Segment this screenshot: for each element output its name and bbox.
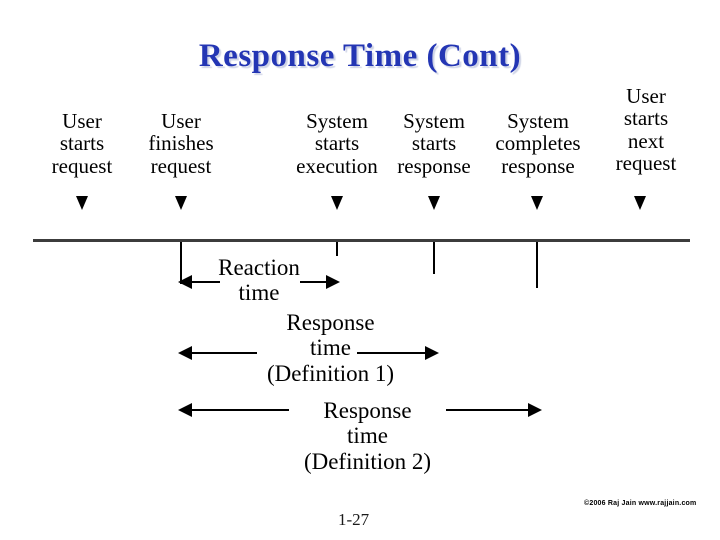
- down-arrow-user-finishes-request: [175, 196, 187, 210]
- event-line: next: [627, 128, 665, 153]
- event-label-user-starts-next-request: User starts next request: [592, 85, 700, 175]
- measure-line: time: [347, 423, 388, 449]
- timeline-tick-system-completes-response: [536, 242, 538, 288]
- down-arrow-user-starts-request: [76, 196, 88, 210]
- event-line: completes: [495, 131, 581, 156]
- measure-line: Response: [286, 310, 375, 335]
- measure-line: time: [310, 335, 351, 361]
- down-arrow-user-starts-next-request: [634, 196, 646, 210]
- measure-line: Reaction: [218, 255, 300, 280]
- event-line: User: [161, 109, 201, 133]
- response-time-1-arrow-shaft-right: [357, 352, 429, 354]
- measure-line: Response: [323, 398, 412, 423]
- timeline-tick-system-starts-execution: [336, 242, 338, 256]
- reaction-time-arrowhead-left: [178, 275, 192, 289]
- response-time-2-arrowhead-left: [178, 403, 192, 417]
- event-line: response: [501, 153, 575, 178]
- down-arrow-system-starts-execution: [331, 196, 343, 210]
- measure-line: (Definition 1): [266, 360, 395, 386]
- slide-canvas: Response Time (Cont) User starts request…: [0, 0, 720, 540]
- event-label-user-finishes-request: User finishes request: [121, 109, 241, 178]
- timeline-axis: [33, 239, 690, 242]
- event-line: starts: [623, 106, 669, 131]
- event-label-system-starts-response: System starts response: [379, 109, 489, 178]
- measure-label-response-time-definition-1: Response time (Definition 1): [248, 310, 413, 386]
- down-arrow-system-starts-response: [428, 196, 440, 210]
- event-line: request: [615, 151, 677, 176]
- response-time-1-arrowhead-left: [178, 346, 192, 360]
- event-line: starts: [411, 131, 457, 156]
- response-time-2-arrow-shaft-right: [446, 409, 532, 411]
- event-label-system-completes-response: System completes response: [474, 109, 602, 178]
- response-time-1-arrow-shaft-left: [185, 352, 257, 354]
- event-line: request: [150, 153, 212, 178]
- down-arrow-system-completes-response: [531, 196, 543, 210]
- measure-line: (Definition 2): [303, 448, 432, 474]
- event-line: System: [403, 109, 465, 133]
- event-line: finishes: [148, 131, 214, 156]
- event-line: response: [397, 153, 471, 178]
- response-time-1-arrowhead-right: [425, 346, 439, 360]
- slide-number: 1-27: [338, 510, 370, 529]
- timeline-tick-system-starts-response: [433, 242, 435, 274]
- measure-line: time: [238, 280, 280, 306]
- reaction-time-arrowhead-right: [326, 275, 340, 289]
- response-time-2-arrowhead-right: [528, 403, 542, 417]
- event-line: System: [507, 109, 569, 133]
- page-title: Response Time (Cont): [198, 38, 522, 74]
- copyright-notice: ©2006 Raj Jain www.rajjain.com: [584, 500, 697, 507]
- measure-label-response-time-definition-2: Response time (Definition 2): [285, 398, 450, 474]
- event-line: User: [626, 84, 666, 108]
- response-time-2-arrow-shaft-left: [185, 409, 289, 411]
